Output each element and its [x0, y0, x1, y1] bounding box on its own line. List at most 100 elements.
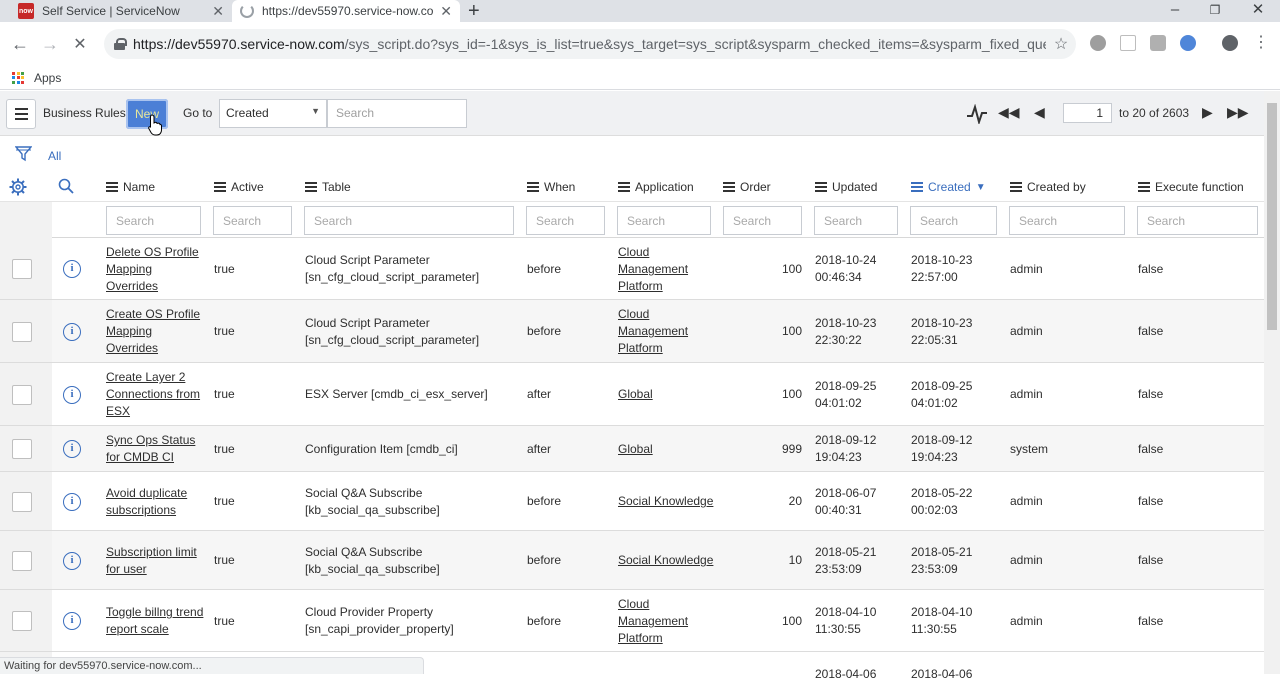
- column-header-active[interactable]: Active: [214, 173, 264, 201]
- column-menu-icon[interactable]: [911, 182, 923, 192]
- menu-kebab-icon[interactable]: ⋮: [1246, 32, 1276, 52]
- column-menu-icon[interactable]: [214, 182, 226, 192]
- info-icon[interactable]: i: [63, 440, 81, 458]
- address-bar[interactable]: https://dev55970.service-now.com/sys_scr…: [104, 29, 1076, 59]
- filter-all-link[interactable]: All: [48, 149, 61, 163]
- application-link[interactable]: Social Knowledge: [618, 552, 718, 569]
- cell-created-line: 00:02:03: [911, 503, 958, 517]
- column-menu-icon[interactable]: [106, 182, 118, 192]
- window-close-icon[interactable]: ✕: [1238, 0, 1278, 22]
- bookmark-star-icon[interactable]: ☆: [1046, 34, 1076, 54]
- record-name-link-line: Overrides: [106, 341, 159, 355]
- tab-active[interactable]: https://dev55970.service-now.co ✕: [232, 0, 460, 22]
- column-header-when[interactable]: When: [527, 173, 575, 201]
- first-page-icon[interactable]: ◀◀: [998, 104, 1020, 121]
- cell-created: 2018-09-25 04:01:02: [911, 378, 1001, 412]
- last-page-icon[interactable]: ▶▶: [1227, 104, 1249, 121]
- extension-icon[interactable]: [1180, 35, 1196, 51]
- info-icon[interactable]: i: [63, 323, 81, 341]
- profile-icon[interactable]: [1222, 35, 1238, 51]
- column-header-created[interactable]: Created ▼: [911, 173, 986, 201]
- column-menu-icon[interactable]: [1138, 182, 1150, 192]
- info-icon[interactable]: i: [63, 493, 81, 511]
- record-name-link[interactable]: Toggle billng trend report scale: [106, 604, 206, 638]
- maximize-icon[interactable]: ❐: [1195, 0, 1235, 22]
- goto-search-input[interactable]: Search: [327, 99, 467, 128]
- cell-when: before: [527, 494, 562, 508]
- cell-created-by: admin: [1010, 614, 1043, 628]
- column-header-application[interactable]: Application: [618, 173, 694, 201]
- previous-page-icon[interactable]: ◀: [1034, 104, 1045, 121]
- info-icon[interactable]: i: [63, 260, 81, 278]
- record-name-link[interactable]: Create OS Profile Mapping Overrides: [106, 306, 206, 357]
- new-tab-icon[interactable]: +: [468, 0, 480, 22]
- application-link[interactable]: Global: [618, 441, 718, 458]
- filter-funnel-icon[interactable]: [15, 146, 32, 162]
- extension-icon[interactable]: [1150, 35, 1166, 51]
- info-icon[interactable]: i: [63, 386, 81, 404]
- close-icon[interactable]: ✕: [440, 3, 452, 20]
- application-link[interactable]: Social Knowledge: [618, 493, 718, 510]
- row-checkbox[interactable]: [12, 385, 32, 405]
- tab-self-service[interactable]: now Self Service | ServiceNow ✕: [10, 0, 232, 22]
- info-icon[interactable]: i: [63, 612, 81, 630]
- application-link[interactable]: Cloud Management Platform: [618, 244, 718, 295]
- column-header-table[interactable]: Table: [305, 173, 351, 201]
- list-menu-icon[interactable]: [6, 99, 36, 129]
- search-input-created-by[interactable]: Search: [1009, 206, 1125, 235]
- column-header-order[interactable]: Order: [723, 173, 771, 201]
- search-input-updated[interactable]: Search: [814, 206, 898, 235]
- column-menu-icon[interactable]: [1010, 182, 1022, 192]
- application-link[interactable]: Cloud Management Platform: [618, 306, 718, 357]
- row-checkbox[interactable]: [12, 259, 32, 279]
- row-checkbox[interactable]: [12, 611, 32, 631]
- column-menu-icon[interactable]: [527, 182, 539, 192]
- search-input-when[interactable]: Search: [526, 206, 605, 235]
- search-input-table[interactable]: Search: [304, 206, 514, 235]
- extension-icon[interactable]: [1090, 35, 1106, 51]
- minimize-icon[interactable]: –: [1155, 0, 1195, 22]
- goto-field-select[interactable]: Created ▼: [219, 99, 327, 128]
- activity-stream-icon[interactable]: [966, 104, 988, 124]
- record-name-link[interactable]: Sync Ops Status for CMDB CI: [106, 432, 206, 466]
- page-number-input[interactable]: 1: [1063, 103, 1112, 123]
- application-link[interactable]: Global: [618, 386, 718, 403]
- scrollbar-thumb[interactable]: [1267, 103, 1277, 330]
- column-header-label: Name: [123, 180, 156, 194]
- info-icon[interactable]: i: [63, 552, 81, 570]
- column-header-execute-function[interactable]: Execute function: [1138, 173, 1244, 201]
- application-link[interactable]: Cloud Management Platform: [618, 596, 718, 647]
- column-menu-icon[interactable]: [723, 182, 735, 192]
- record-name-link[interactable]: Create Layer 2 Connections from ESX: [106, 369, 206, 420]
- row-checkbox[interactable]: [12, 322, 32, 342]
- record-name-link-line: Mapping: [106, 262, 153, 276]
- row-checkbox[interactable]: [12, 551, 32, 571]
- search-input-application[interactable]: Search: [617, 206, 711, 235]
- search-input-name[interactable]: Search: [106, 206, 201, 235]
- row-checkbox[interactable]: [12, 492, 32, 512]
- search-input-active[interactable]: Search: [213, 206, 292, 235]
- row-checkbox[interactable]: [12, 439, 32, 459]
- column-header-created-by[interactable]: Created by: [1010, 173, 1086, 201]
- search-input-execute-function[interactable]: Search: [1137, 206, 1258, 235]
- column-menu-icon[interactable]: [815, 182, 827, 192]
- close-icon[interactable]: ✕: [212, 3, 224, 20]
- apps-icon[interactable]: [12, 71, 24, 84]
- column-header-updated[interactable]: Updated: [815, 173, 877, 201]
- stop-loading-icon[interactable]: ✕: [65, 34, 95, 54]
- forward-icon[interactable]: →: [35, 34, 65, 55]
- column-menu-icon[interactable]: [305, 182, 317, 192]
- record-name-link[interactable]: Delete OS Profile Mapping Overrides: [106, 244, 206, 295]
- apps-link[interactable]: Apps: [34, 71, 61, 85]
- personalize-gear-icon[interactable]: [9, 178, 27, 196]
- search-icon[interactable]: [58, 178, 74, 194]
- column-menu-icon[interactable]: [618, 182, 630, 192]
- extension-icon[interactable]: [1120, 35, 1136, 51]
- record-name-link[interactable]: Subscription limit for user: [106, 544, 206, 578]
- search-input-created[interactable]: Search: [910, 206, 997, 235]
- search-input-order[interactable]: Search: [723, 206, 802, 235]
- column-header-name[interactable]: Name: [106, 173, 155, 201]
- next-page-icon[interactable]: ▶: [1202, 104, 1213, 121]
- back-icon[interactable]: ←: [5, 34, 35, 55]
- record-name-link[interactable]: Avoid duplicate subscriptions: [106, 485, 206, 519]
